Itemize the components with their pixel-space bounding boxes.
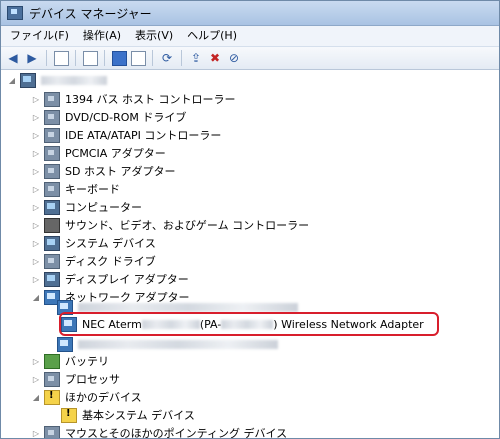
tree-item-basic-system[interactable]: 基本システム デバイス: [61, 406, 195, 424]
tree-item-label: コンピューター: [65, 201, 142, 214]
battery-icon: [44, 353, 60, 369]
update-driver-icon[interactable]: ⇪: [188, 50, 204, 66]
collapse-icon[interactable]: ◢: [7, 76, 17, 85]
menu-view[interactable]: 表示(V): [128, 26, 180, 46]
back-arrow-icon[interactable]: ◀: [5, 50, 21, 66]
scan-hardware-icon[interactable]: ⟳: [159, 50, 175, 66]
title-bar: デバイス マネージャー: [1, 1, 499, 26]
show-hide-tree-icon[interactable]: [53, 50, 69, 66]
tree-root[interactable]: ◢: [7, 71, 107, 89]
tree-item-label: DVD/CD-ROM ドライブ: [65, 111, 187, 124]
computer-icon: [20, 72, 36, 88]
tree-item-label: サウンド、ビデオ、およびゲーム コントローラー: [65, 219, 310, 232]
disk-drive-icon: [44, 253, 60, 269]
tree-item-label: バッテリ: [65, 355, 109, 368]
expand-icon[interactable]: ▷: [31, 429, 41, 438]
tree-item-system[interactable]: ▷ システム デバイス: [31, 234, 156, 252]
toolbar-separator: [104, 50, 105, 66]
ide-controller-icon: [44, 127, 60, 143]
processor-icon: [44, 371, 60, 387]
tree-item-sd[interactable]: ▷ SD ホスト アダプター: [31, 162, 175, 180]
tree-item-label: SD ホスト アダプター: [65, 165, 176, 178]
expand-icon[interactable]: ▷: [31, 185, 41, 194]
tree-item-ide[interactable]: ▷ IDE ATA/ATAPI コントローラー: [31, 126, 221, 144]
bus-controller-icon: [44, 91, 60, 107]
expand-icon[interactable]: ▷: [31, 167, 41, 176]
network-child-3[interactable]: [57, 335, 278, 353]
disable-device-icon[interactable]: ⊘: [226, 50, 242, 66]
expand-icon[interactable]: ▷: [31, 375, 41, 384]
device-manager-window: デバイス マネージャー ファイル(F) 操作(A) 表示(V) ヘルプ(H) ◀…: [0, 0, 500, 439]
collapse-icon[interactable]: ◢: [31, 293, 41, 302]
expand-icon[interactable]: ▷: [31, 257, 41, 266]
speaker-icon: [44, 217, 60, 233]
toolbar-separator: [46, 50, 47, 66]
tree-item-disk[interactable]: ▷ ディスク ドライブ: [31, 252, 156, 270]
tree-item-label: プロセッサ: [65, 373, 120, 386]
toolbar: ◀ ▶ ⟳ ⇪ ✖ ⊘: [1, 47, 499, 70]
tree-item-display[interactable]: ▷ ディスプレイ アダプター: [31, 270, 189, 288]
tree-item-label: 基本システム デバイス: [82, 409, 195, 422]
tree-item-dvd[interactable]: ▷ DVD/CD-ROM ドライブ: [31, 108, 186, 126]
network-adapter-icon: [57, 336, 73, 352]
adapter-name-redacted: [78, 339, 278, 349]
menu-help[interactable]: ヘルプ(H): [180, 26, 244, 46]
tree-item-1394[interactable]: ▷ 1394 バス ホスト コントローラー: [31, 90, 235, 108]
adapter-name-redacted: [78, 302, 298, 312]
computer-name-redacted: [41, 75, 107, 85]
expand-icon[interactable]: ▷: [31, 149, 41, 158]
expand-icon[interactable]: ▷: [31, 275, 41, 284]
tree-item-keyboard[interactable]: ▷ キーボード: [31, 180, 120, 198]
tree-item-label: 1394 バス ホスト コントローラー: [65, 93, 236, 106]
device-manager-icon: [7, 6, 23, 20]
display-adapter-icon: [44, 271, 60, 287]
uninstall-icon[interactable]: ✖: [207, 50, 223, 66]
menu-action[interactable]: 操作(A): [76, 26, 128, 46]
expand-icon[interactable]: ▷: [31, 131, 41, 140]
tree-item-computer[interactable]: ▷ コンピューター: [31, 198, 142, 216]
tree-item-label: PCMCIA アダプター: [65, 147, 166, 160]
tree-item-label: キーボード: [65, 183, 120, 196]
expand-icon[interactable]: ▷: [31, 357, 41, 366]
menu-file[interactable]: ファイル(F): [3, 26, 76, 46]
tree-item-other[interactable]: ◢ ほかのデバイス: [31, 388, 142, 406]
expand-icon[interactable]: ▷: [31, 239, 41, 248]
dvd-drive-icon: [44, 109, 60, 125]
keyboard-icon: [44, 181, 60, 197]
selection-highlight: [59, 312, 439, 336]
expand-icon[interactable]: ▷: [31, 113, 41, 122]
action-pane-icon[interactable]: [130, 50, 146, 66]
mouse-icon: [44, 425, 60, 438]
tree-item-label: ほかのデバイス: [65, 391, 142, 404]
warning-device-icon: [61, 407, 77, 423]
toolbar-separator: [75, 50, 76, 66]
warning-device-icon: [44, 389, 60, 405]
properties-icon[interactable]: [82, 50, 98, 66]
menu-bar: ファイル(F) 操作(A) 表示(V) ヘルプ(H): [1, 26, 499, 47]
toolbar-separator: [152, 50, 153, 66]
tree-item-label: マウスとそのほかのポインティング デバイス: [65, 427, 288, 439]
sd-host-icon: [44, 163, 60, 179]
forward-arrow-icon[interactable]: ▶: [24, 50, 40, 66]
collapse-icon[interactable]: ◢: [31, 393, 41, 402]
tree-item-label: システム デバイス: [65, 237, 156, 250]
expand-icon[interactable]: ▷: [31, 95, 41, 104]
tree-item-processor[interactable]: ▷ プロセッサ: [31, 370, 120, 388]
help-icon[interactable]: [111, 50, 127, 66]
tree-item-mouse[interactable]: ▷ マウスとそのほかのポインティング デバイス: [31, 424, 288, 439]
computer-icon: [44, 199, 60, 215]
system-device-icon: [44, 235, 60, 251]
window-title: デバイス マネージャー: [29, 6, 152, 21]
device-tree: ◢ ▷ 1394 バス ホスト コントローラー ▷ DVD/CD-ROM ドライ…: [1, 69, 499, 438]
tree-item-sound[interactable]: ▷ サウンド、ビデオ、およびゲーム コントローラー: [31, 216, 309, 234]
tree-item-battery[interactable]: ▷ バッテリ: [31, 352, 109, 370]
tree-item-label: ディスク ドライブ: [65, 255, 156, 268]
tree-item-label: IDE ATA/ATAPI コントローラー: [65, 129, 222, 142]
tree-item-label: ディスプレイ アダプター: [65, 273, 189, 286]
toolbar-separator: [181, 50, 182, 66]
tree-item-pcmcia[interactable]: ▷ PCMCIA アダプター: [31, 144, 166, 162]
expand-icon[interactable]: ▷: [31, 203, 41, 212]
pcmcia-adapter-icon: [44, 145, 60, 161]
expand-icon[interactable]: ▷: [31, 221, 41, 230]
